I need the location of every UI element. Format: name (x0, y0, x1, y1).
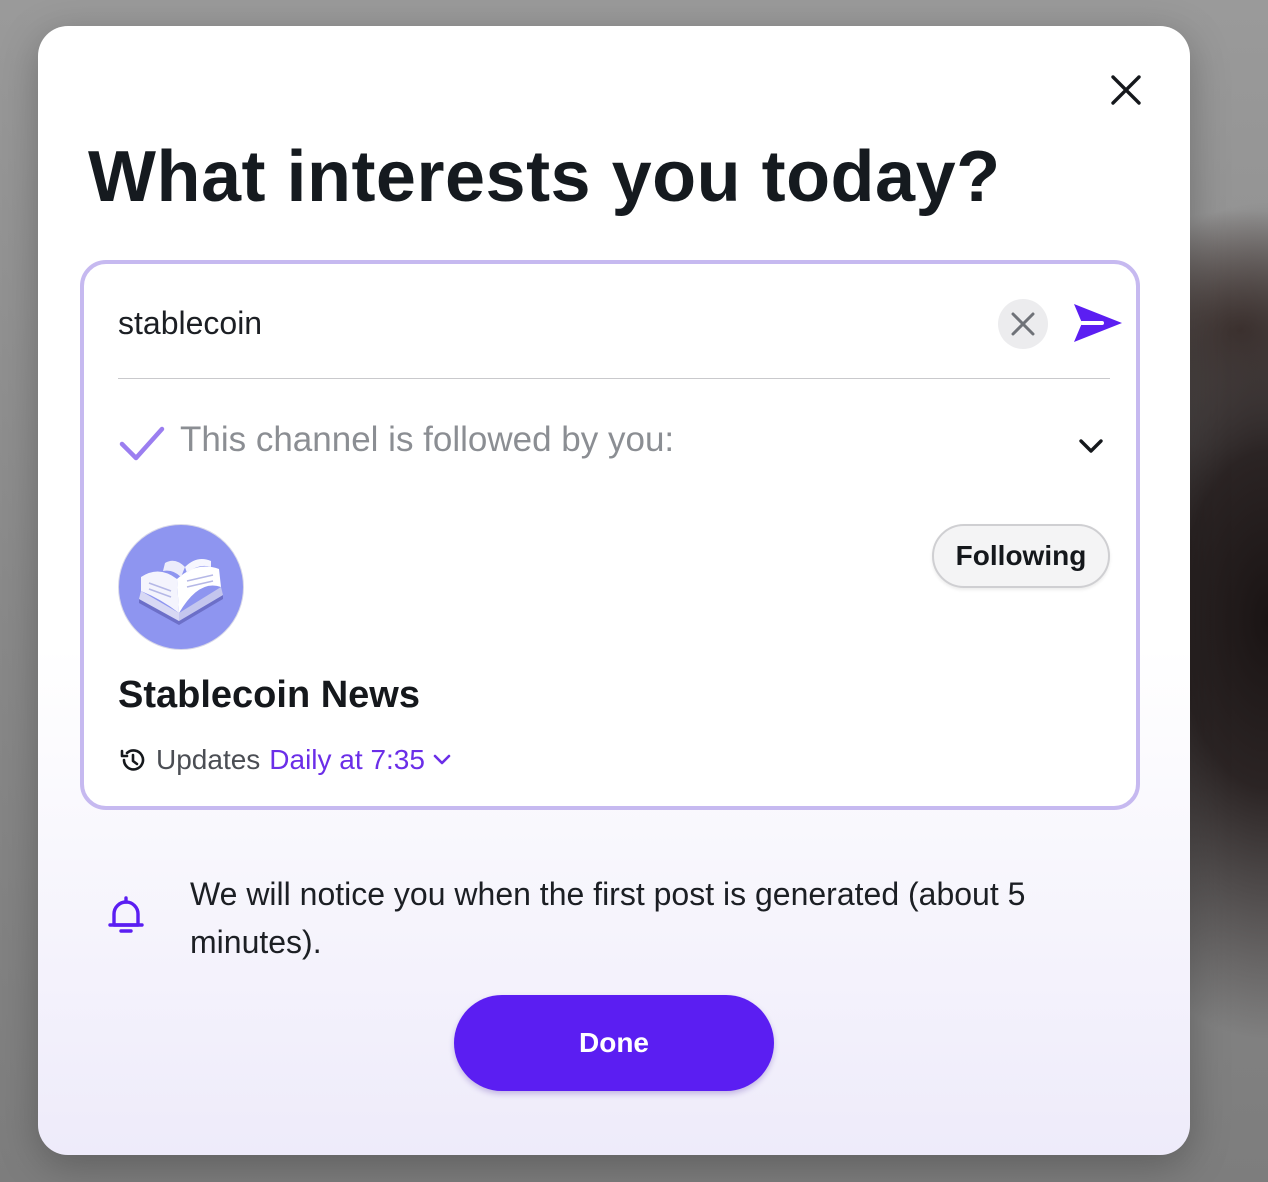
clear-search-button[interactable] (998, 299, 1048, 349)
interests-dialog: What interests you today? This channel i… (38, 26, 1190, 1155)
schedule-dropdown[interactable]: Daily at 7:35 (269, 744, 453, 776)
check-icon (119, 426, 165, 461)
bell-icon (108, 896, 144, 933)
followed-section-header[interactable]: This channel is followed by you: (118, 416, 1110, 470)
search-divider (118, 378, 1110, 379)
chevron-down-icon (433, 754, 451, 765)
followed-label: This channel is followed by you: (180, 420, 675, 459)
update-schedule: Updates Daily at 7:35 (118, 742, 453, 778)
notice-text: We will notice you when the first post i… (190, 876, 1026, 960)
channel-name: Stablecoin News (118, 674, 420, 716)
search-input[interactable] (118, 298, 958, 348)
send-icon (1074, 304, 1122, 342)
history-icon (120, 749, 145, 771)
channel-avatar (118, 524, 244, 650)
dialog-title: What interests you today? (88, 137, 1001, 217)
channel-card: This channel is followed by you: Followi… (80, 260, 1140, 810)
clear-icon (1011, 312, 1035, 336)
close-button[interactable] (1106, 70, 1146, 110)
updates-label: Updates (156, 744, 261, 775)
done-button[interactable]: Done (454, 995, 774, 1091)
open-book-icon (139, 559, 223, 625)
send-button[interactable] (1072, 300, 1124, 346)
schedule-value: Daily at 7:35 (269, 744, 425, 775)
following-button[interactable]: Following (932, 524, 1110, 588)
close-icon (1111, 75, 1141, 105)
chevron-down-icon[interactable] (1076, 434, 1106, 458)
